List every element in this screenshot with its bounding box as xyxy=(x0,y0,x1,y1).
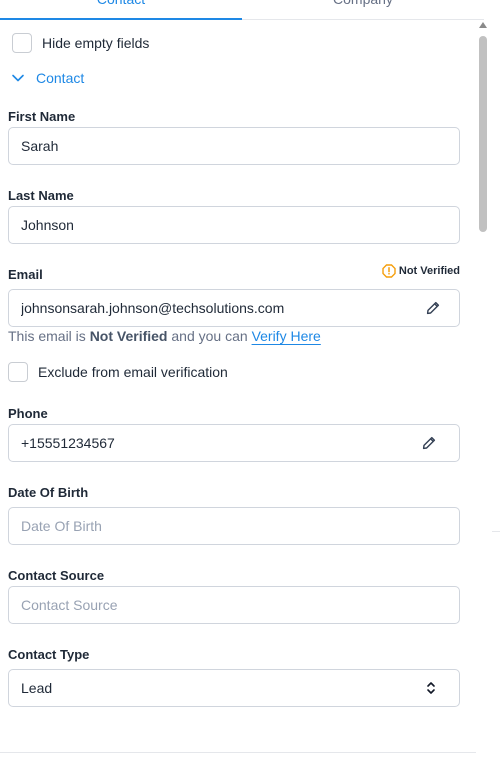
status-text: Not Verified xyxy=(398,265,460,277)
exclude-verification-checkbox[interactable] xyxy=(8,362,28,382)
contact-source-label: Contact Source xyxy=(8,568,105,583)
note-text: and you can xyxy=(171,328,248,344)
phone-label: Phone xyxy=(8,406,48,421)
dob-label: Date Of Birth xyxy=(8,485,89,500)
hide-empty-fields-label: Hide empty fields xyxy=(42,35,150,51)
contact-source-placeholder: Contact Source xyxy=(21,597,118,613)
email-input[interactable]: johnsonsarah.johnson@techsolutions.com xyxy=(8,289,460,327)
note-text: This email is xyxy=(8,328,86,344)
phone-input[interactable]: +15551234567 xyxy=(8,424,460,462)
divider xyxy=(0,752,476,753)
phone-value: +15551234567 xyxy=(21,435,115,451)
tab-bar: Contact Company xyxy=(0,0,484,20)
contact-section-toggle[interactable]: Contact xyxy=(10,70,84,86)
warning-octagon-icon xyxy=(382,264,396,278)
first-name-label: First Name xyxy=(8,109,76,124)
tab-company[interactable]: Company xyxy=(242,0,484,20)
scroll-up-arrow-icon[interactable] xyxy=(479,22,487,28)
first-name-input[interactable]: Sarah xyxy=(8,127,460,165)
contact-type-label: Contact Type xyxy=(8,647,90,662)
contact-details-panel: Contact Company Hide empty fields Contac… xyxy=(0,0,500,759)
contact-type-select[interactable]: Lead xyxy=(8,669,460,707)
section-title: Contact xyxy=(36,70,85,86)
hide-empty-fields-checkbox[interactable] xyxy=(12,33,32,53)
email-label: Email xyxy=(8,267,43,282)
hide-empty-fields-row[interactable]: Hide empty fields xyxy=(12,33,149,53)
scrollbar[interactable] xyxy=(476,22,490,759)
contact-source-input[interactable]: Contact Source xyxy=(8,586,460,624)
verify-here-link[interactable]: Verify Here xyxy=(252,328,321,344)
divider xyxy=(492,531,500,532)
email-value: johnsonsarah.johnson@techsolutions.com xyxy=(21,300,285,316)
scroll-thumb[interactable] xyxy=(479,36,487,232)
pencil-icon[interactable] xyxy=(423,298,443,318)
chevron-down-icon xyxy=(10,70,26,86)
dob-input[interactable]: Date Of Birth xyxy=(8,507,460,545)
exclude-verification-label: Exclude from email verification xyxy=(38,364,228,380)
email-verification-note: This email is Not Verified and you can V… xyxy=(8,328,321,344)
email-verification-status: Not Verified xyxy=(382,264,460,278)
last-name-value: Johnson xyxy=(21,217,74,233)
last-name-label: Last Name xyxy=(8,188,74,203)
tab-contact[interactable]: Contact xyxy=(0,0,242,20)
contact-type-value: Lead xyxy=(21,680,53,696)
last-name-input[interactable]: Johnson xyxy=(8,206,460,244)
up-down-chevron-icon xyxy=(421,678,441,698)
dob-placeholder: Date Of Birth xyxy=(21,518,102,534)
first-name-value: Sarah xyxy=(21,138,59,154)
note-status: Not Verified xyxy=(89,328,168,344)
exclude-verification-row[interactable]: Exclude from email verification xyxy=(8,362,228,382)
pencil-icon[interactable] xyxy=(419,433,439,453)
